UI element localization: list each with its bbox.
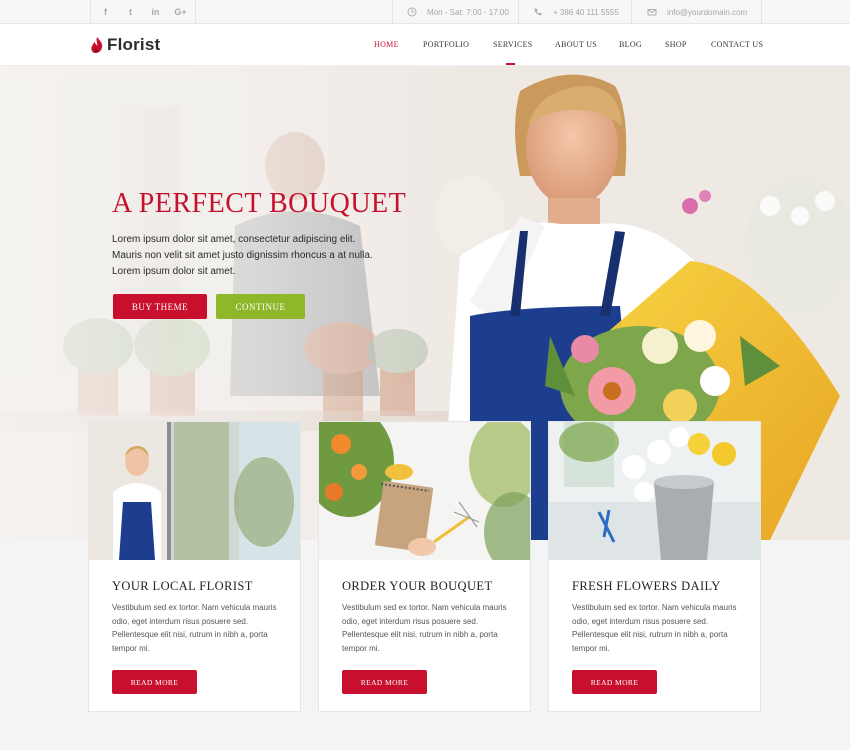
card-line: Pellentesque elit nisi, rutrum in nibh a…: [572, 630, 728, 639]
phone-text: + 386 40 111 5555: [553, 7, 619, 17]
clock-icon: [407, 7, 417, 17]
florist-shop-photo: [89, 422, 300, 560]
divider: [631, 0, 632, 24]
logo-text: Florist: [107, 35, 161, 54]
logo[interactable]: Florist: [90, 35, 160, 55]
hero-title: A PERFECT BOUQUET: [112, 188, 407, 219]
hero-line: Mauris non velit sit amet justo dignissi…: [112, 250, 373, 261]
nav-home[interactable]: HOME: [374, 40, 399, 49]
continue-button[interactable]: CONTINUE: [216, 294, 305, 319]
card-description: Vestibulum sed ex tortor. Nam vehicula m…: [342, 601, 517, 655]
feature-card: ORDER YOUR BOUQUET Vestibulum sed ex tor…: [318, 421, 531, 712]
twitter-icon[interactable]: t: [118, 7, 143, 17]
phone-info: + 386 40 111 5555: [533, 0, 619, 24]
card-title: YOUR LOCAL FLORIST: [112, 579, 253, 593]
card-line: Vestibulum sed ex tortor. Nam vehicula m…: [342, 603, 507, 612]
card-line: odio, eget interdum risus posuere sed.: [572, 616, 709, 626]
hero-line: Lorem ipsum dolor sit amet.: [112, 266, 236, 277]
top-bar: f t in G+ Mon - Sat: 7:00 - 17:00 + 386 …: [0, 0, 850, 24]
facebook-icon[interactable]: f: [93, 7, 118, 17]
divider: [195, 0, 196, 24]
card-image-florist: [89, 422, 300, 560]
phone-icon: [534, 8, 542, 16]
social-links: f t in G+: [93, 0, 193, 24]
card-line: tempor mi.: [342, 643, 380, 653]
card-title: FRESH FLOWERS DAILY: [572, 579, 721, 593]
card-line: odio, eget interdum risus posuere sed.: [112, 616, 249, 626]
card-description: Vestibulum sed ex tortor. Nam vehicula m…: [112, 601, 287, 655]
google-plus-icon[interactable]: G+: [168, 7, 193, 17]
card-line: Pellentesque elit nisi, rutrum in nibh a…: [112, 630, 268, 639]
card-line: Vestibulum sed ex tortor. Nam vehicula m…: [112, 603, 277, 612]
card-line: odio, eget interdum risus posuere sed.: [342, 616, 479, 626]
nav-portfolio[interactable]: PORTFOLIO: [423, 40, 469, 49]
card-title: ORDER YOUR BOUQUET: [342, 579, 493, 593]
hours-info: Mon - Sat: 7:00 - 17:00: [407, 0, 509, 24]
divider: [761, 0, 762, 24]
card-line: tempor mi.: [572, 643, 610, 653]
card-line: Pellentesque elit nisi, rutrum in nibh a…: [342, 630, 498, 639]
hero-line: Lorem ipsum dolor sit amet, consectetur …: [112, 234, 356, 245]
divider: [518, 0, 519, 24]
card-description: Vestibulum sed ex tortor. Nam vehicula m…: [572, 601, 747, 655]
email-info: info@yourdomain.com: [647, 0, 747, 24]
linkedin-icon[interactable]: in: [143, 7, 168, 17]
active-nav-indicator: [506, 63, 515, 65]
feature-card: YOUR LOCAL FLORIST Vestibulum sed ex tor…: [88, 421, 301, 712]
read-more-button[interactable]: READ MORE: [572, 670, 657, 694]
nav-about-us[interactable]: ABOUT US: [555, 40, 597, 49]
card-image-order: [319, 422, 530, 560]
card-line: tempor mi.: [112, 643, 150, 653]
divider: [90, 0, 91, 24]
envelope-icon: [647, 9, 657, 16]
read-more-button[interactable]: READ MORE: [112, 670, 197, 694]
hours-text: Mon - Sat: 7:00 - 17:00: [427, 7, 509, 17]
card-image-fresh: [549, 422, 760, 560]
buy-theme-button[interactable]: BUY THEME: [113, 294, 207, 319]
nav-blog[interactable]: BLOG: [619, 40, 642, 49]
nav-services[interactable]: SERVICES: [493, 40, 533, 49]
nav-contact-us[interactable]: CONTACT US: [711, 40, 763, 49]
main-header: Florist HOME PORTFOLIO SERVICES ABOUT US…: [0, 24, 850, 66]
divider: [392, 0, 393, 24]
nav-shop[interactable]: SHOP: [665, 40, 687, 49]
flame-flower-icon: [91, 37, 103, 53]
notebook-flowers-photo: [319, 422, 530, 560]
feature-card: FRESH FLOWERS DAILY Vestibulum sed ex to…: [548, 421, 761, 712]
email-link[interactable]: info@yourdomain.com: [667, 8, 747, 17]
hero-description: Lorem ipsum dolor sit amet, consectetur …: [112, 232, 402, 280]
card-line: Vestibulum sed ex tortor. Nam vehicula m…: [572, 603, 737, 612]
read-more-button[interactable]: READ MORE: [342, 670, 427, 694]
flower-bucket-photo: [549, 422, 760, 560]
